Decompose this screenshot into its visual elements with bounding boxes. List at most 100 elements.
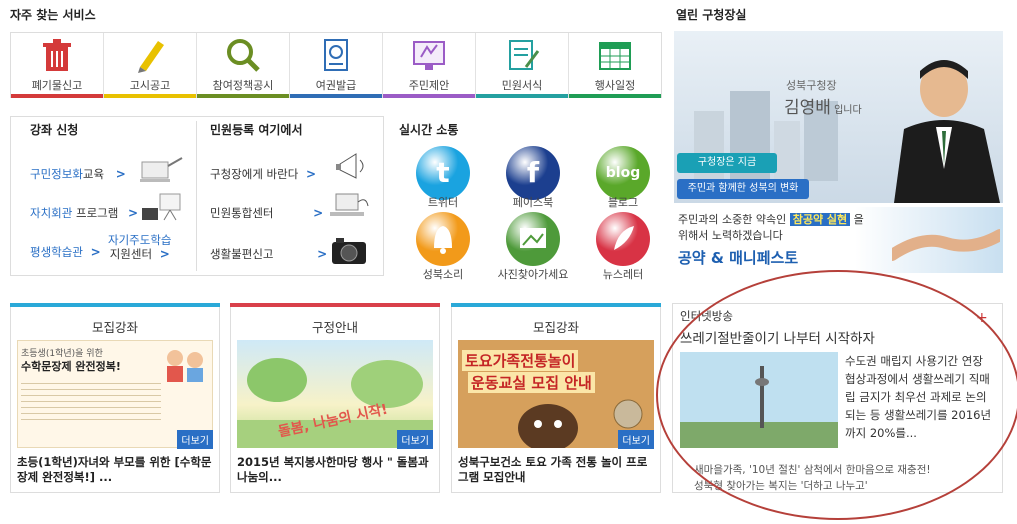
chevron-right-icon: > xyxy=(115,167,126,181)
sns-label[interactable]: 트위터 xyxy=(403,194,483,210)
card-color-bar xyxy=(451,303,661,307)
more-button[interactable]: 더보기 xyxy=(177,430,213,449)
sns-glyph: t xyxy=(436,156,450,189)
poster-text-lines xyxy=(21,378,161,422)
self-study-line1: 자기주도학습 xyxy=(108,233,172,247)
office-title: 열린 구청장실 xyxy=(676,8,747,22)
civil-link-report[interactable]: 생활불편신고 > xyxy=(210,246,327,262)
service-label: 주민제안 xyxy=(408,79,450,92)
poster-line1: 토요가족전통놀이 xyxy=(462,350,579,371)
edu-link-center[interactable]: 자치회관 프로그램 > xyxy=(30,205,138,221)
service-trash-bin[interactable]: 폐기물신고 xyxy=(11,33,104,98)
service-magnifier[interactable]: 참여정책공시 xyxy=(197,33,290,98)
service-color-bar xyxy=(290,94,382,98)
edu-link-lifelong[interactable]: 평생학습관 > xyxy=(30,244,101,260)
service-color-bar xyxy=(476,94,568,98)
chevron-right-icon: > xyxy=(127,206,139,220)
service-calendar[interactable]: 행사일정 xyxy=(569,33,661,98)
pledge-text1: 주민과의 소중한 약속인 xyxy=(678,213,787,226)
mayor-name: 김영배 xyxy=(784,98,831,118)
service-pencil[interactable]: 고시공고 xyxy=(104,33,197,98)
pledge-highlight: 참공약 실현 xyxy=(789,213,851,226)
card-caption[interactable]: 2015년 복지봉사한마당 행사 " 돌봄과 나눔의... xyxy=(237,455,433,485)
sns-glyph: f xyxy=(526,156,540,189)
poster-line2: 운동교실 모집 안내 xyxy=(468,372,595,393)
changes-button[interactable]: 주민과 함께한 성북의 변화 xyxy=(677,179,809,199)
chevron-right-icon: > xyxy=(305,167,317,181)
services-title: 자주 찾는 서비스 xyxy=(10,8,96,22)
self-study-line2: 지원센터 > xyxy=(109,247,170,261)
sns-label[interactable]: 성북소리 xyxy=(403,266,483,282)
pledge-banner[interactable]: 주민과의 소중한 약속인 참공약 실현 을 위해서 노력하겠습니다 공약 & 매… xyxy=(674,207,1003,273)
twitter-icon[interactable]: t xyxy=(416,146,470,200)
mayor-banner[interactable]: 성북구청장 김영배 입니다 구청장은 지금 주민과 함께한 성북의 변화 xyxy=(674,31,1003,203)
pledge-line1: 주민과의 소중한 약속인 참공약 실현 을 xyxy=(678,211,864,227)
service-label: 여권발급 xyxy=(315,79,357,92)
civil-link-center[interactable]: 민원통합센터 > xyxy=(210,205,323,221)
feather-icon[interactable] xyxy=(596,212,650,266)
mayor-now-button[interactable]: 구청장은 지금 xyxy=(677,153,777,173)
edu-link-info[interactable]: 구민정보화교육 > xyxy=(30,166,126,182)
service-color-bar xyxy=(104,94,196,98)
sns-label[interactable]: 사진찾아가세요 xyxy=(493,266,573,282)
service-label: 민원서식 xyxy=(501,79,543,92)
service-proposal[interactable]: 주민제안 xyxy=(383,33,476,98)
civil-title: 민원등록 여기에서 xyxy=(210,123,303,137)
mayor-name-line: 김영배 입니다 xyxy=(784,93,862,118)
manifesto-title: 공약 & 매니페스토 xyxy=(678,249,799,267)
chevron-right-icon: > xyxy=(313,206,324,220)
service-label: 참여정책공시 xyxy=(212,79,274,92)
photo-icon[interactable] xyxy=(506,212,560,266)
sns-label[interactable]: 블로그 xyxy=(583,194,663,210)
realtime-title: 실시간 소통 xyxy=(399,123,459,137)
bell-icon[interactable] xyxy=(416,212,470,266)
card-caption[interactable]: 초등(1학년)자녀와 부모를 위한 [수학문장제 완전정복!] ... xyxy=(17,455,213,485)
calendar-icon xyxy=(599,42,631,70)
service-color-bar xyxy=(383,94,475,98)
news-card[interactable]: 모집강좌 초등생(1학년)을 위한 수학문장제 완전정복! 더보기 초등(1학년… xyxy=(10,303,220,493)
form-icon xyxy=(509,40,540,70)
passport-icon xyxy=(324,39,348,71)
megaphone-icon xyxy=(336,153,364,179)
card-title: 모집강좌 xyxy=(91,320,138,335)
pencil-icon xyxy=(138,41,164,73)
internet-news-3[interactable]: 성북형 찾아가는 복지는 '더하고 나누고' xyxy=(694,478,868,493)
sns-label[interactable]: 뉴스레터 xyxy=(583,266,663,282)
more-button[interactable]: 더보기 xyxy=(397,430,433,449)
sns-label[interactable]: 페이스북 xyxy=(493,194,573,210)
pledge-text3: 위해서 노력하겠습니다 xyxy=(678,229,783,242)
internet-news-2[interactable]: 새마을가족, '10년 절친' 삼척에서 한마음으로 재충전! xyxy=(694,462,931,477)
edu-link-lifelong-hl: 평생학습관 xyxy=(30,245,83,259)
proposal-icon xyxy=(413,41,445,70)
civil-link-mayor[interactable]: 구청장에게 바란다 > xyxy=(210,166,316,182)
card-caption[interactable]: 성북구보건소 토요 가족 전통 놀이 프로그램 모집안내 xyxy=(458,455,654,485)
service-form[interactable]: 민원서식 xyxy=(476,33,569,98)
facebook-icon[interactable]: f xyxy=(506,146,560,200)
internet-more-button[interactable]: + xyxy=(976,310,988,326)
chevron-right-icon: > xyxy=(159,247,170,261)
civil-link-center-label: 민원통합센터 xyxy=(210,206,274,220)
edu-title: 강좌 신청 xyxy=(30,123,79,137)
internet-body[interactable]: 수도권 매립지 사용기간 연장 협상과정에서 생활쓰레기 직매립 금지가 최우선… xyxy=(845,352,995,442)
card-color-bar xyxy=(10,303,220,307)
pledge-text2: 을 xyxy=(853,213,864,226)
seoul-tower-thumbnail[interactable] xyxy=(680,352,838,448)
service-passport[interactable]: 여권발급 xyxy=(290,33,383,98)
edu-link-center-hl: 자치회관 xyxy=(30,206,73,220)
edu-link-self-study[interactable]: 자기주도학습 지원센터 > xyxy=(108,233,171,261)
service-color-bar xyxy=(11,94,103,98)
civil-link-report-label: 생활불편신고 xyxy=(210,247,274,261)
news-card[interactable]: 구정안내 돌봄, 나눔의 시작! 더보기 2015년 복지봉사한마당 행사 " … xyxy=(230,303,440,493)
handshake-image xyxy=(892,229,1000,261)
service-label: 고시공고 xyxy=(129,79,171,92)
edu-link-info-hl: 구민정보화 xyxy=(30,167,83,181)
blog-icon[interactable]: blog xyxy=(596,146,650,200)
poster-line2: 수학문장제 완전정복! xyxy=(21,360,121,373)
card-color-bar xyxy=(230,303,440,307)
children-illustration xyxy=(167,350,203,382)
camera-icon xyxy=(332,238,366,264)
trash-bin-icon xyxy=(43,39,71,71)
internet-headline[interactable]: 쓰레기절반줄이기 나부터 시작하자 xyxy=(680,327,875,347)
more-button[interactable]: 더보기 xyxy=(618,430,654,449)
news-card[interactable]: 모집강좌 토요가족전통놀이 운동교실 모집 안내 더보기 성북구보건소 토요 가… xyxy=(451,303,661,493)
